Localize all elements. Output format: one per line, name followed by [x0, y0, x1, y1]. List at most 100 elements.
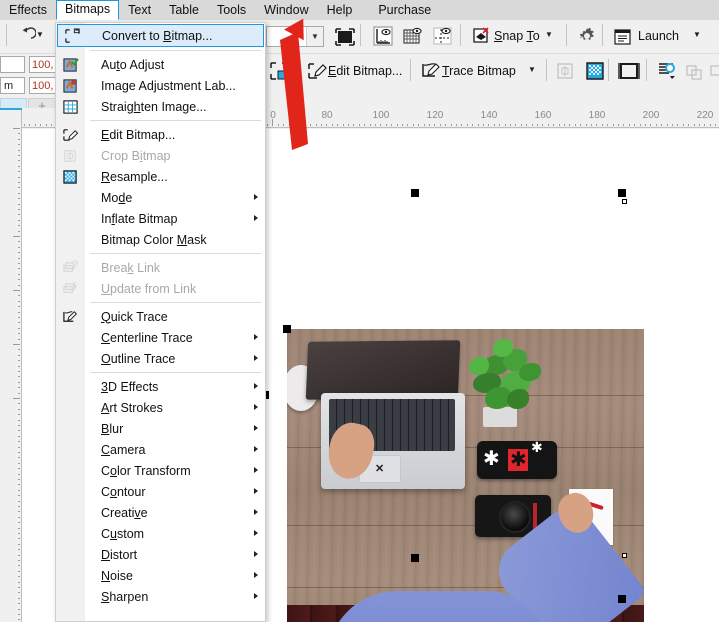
edit-bitmap-button[interactable]: Edit Bitmap... — [328, 64, 402, 78]
snap-off-icon[interactable] — [468, 23, 494, 49]
camera-lens — [499, 501, 531, 533]
document-palette-icon[interactable] — [654, 58, 680, 84]
show-guidelines-icon[interactable] — [430, 23, 456, 49]
menu-item-image-adjustment-lab[interactable]: Image Adjustment Lab... — [56, 75, 265, 96]
menu-item-camera[interactable]: Camera — [56, 439, 265, 460]
scale-y-value: 100, — [32, 80, 54, 92]
menu-bar: Effects Bitmaps Text Table Tools Window … — [0, 0, 719, 20]
menu-item-centerline-trace[interactable]: Centerline Trace — [56, 327, 265, 348]
menu-item-label: Straighten Image... — [101, 99, 207, 114]
vertical-ruler[interactable]: 20 — [0, 128, 22, 622]
menu-item-sharpen[interactable]: Sharpen — [56, 586, 265, 607]
menu-item-edit-bitmap[interactable]: Edit Bitmap... — [56, 124, 265, 145]
ruler-origin-corner[interactable] — [0, 108, 22, 128]
selection-handle[interactable] — [618, 189, 626, 197]
crop-bitmap-icon[interactable] — [552, 58, 578, 84]
toolbar-separator — [360, 24, 361, 46]
selection-handle[interactable] — [283, 325, 291, 333]
object-size-x-input[interactable] — [0, 56, 25, 73]
menu-item-art-strokes[interactable]: Art Strokes — [56, 397, 265, 418]
selection-handle[interactable] — [411, 554, 419, 562]
selection-handle[interactable] — [411, 189, 419, 197]
menu-text-label: Text — [128, 2, 152, 17]
menu-effects[interactable]: Effects — [0, 0, 56, 20]
toolbar-separator — [6, 24, 7, 46]
menu-item-quick-trace[interactable]: Quick Trace — [56, 306, 265, 327]
menu-item-label: Color Transform — [101, 463, 191, 478]
menu-tools-label: Tools — [216, 2, 247, 17]
scale-y-input[interactable]: 100, — [29, 77, 57, 94]
menu-help[interactable]: Help — [318, 0, 362, 20]
menu-item-resample[interactable]: Resample... — [56, 166, 265, 187]
trace-bitmap-dropdown-arrow-icon[interactable]: ▼ — [528, 66, 536, 74]
ruler-label: 100 — [372, 110, 390, 121]
menu-item-3d-effects[interactable]: 3D Effects — [56, 376, 265, 397]
trace-bitmap-button[interactable]: Trace Bitmap — [442, 64, 516, 78]
menu-item-creative[interactable]: Creative — [56, 502, 265, 523]
menu-item-blur[interactable]: Blur — [56, 418, 265, 439]
menu-item-label: Camera — [101, 442, 146, 457]
menu-item-custom[interactable]: Custom — [56, 523, 265, 544]
edit-bitmap-icon — [61, 126, 79, 143]
quick-trace-icon — [61, 308, 79, 325]
menu-item-convert-to-bitmap[interactable]: Convert to Bitmap... — [57, 24, 264, 47]
gear-icon[interactable] — [574, 23, 600, 49]
ruler-label: 120 — [426, 110, 444, 121]
convert-to-bitmap-icon[interactable] — [266, 58, 292, 84]
menu-separator — [90, 120, 261, 121]
edit-bitmap-icon[interactable] — [304, 58, 330, 84]
submenu-arrow-icon — [254, 355, 258, 361]
toolbar-separator — [546, 59, 547, 81]
resample-icon[interactable] — [582, 58, 608, 84]
menu-bitmaps[interactable]: Bitmaps — [55, 0, 120, 20]
selection-handle-small[interactable] — [622, 553, 627, 558]
object-size-y-input[interactable]: m — [0, 77, 25, 94]
selected-bitmap-object[interactable]: ✕ ✱ ✱ ✱ — [287, 329, 644, 622]
snap-to-button[interactable]: Snap To — [494, 29, 540, 43]
menu-item-label: Inflate Bitmap — [101, 211, 178, 226]
menu-item-mode[interactable]: Mode — [56, 187, 265, 208]
menu-item-contour[interactable]: Contour — [56, 481, 265, 502]
menu-item-color-transform[interactable]: Color Transform — [56, 460, 265, 481]
menu-item-distort[interactable]: Distort — [56, 544, 265, 565]
show-grid-icon[interactable] — [400, 23, 426, 49]
launch-button[interactable]: Launch — [638, 29, 679, 43]
x-marker: ✕ — [375, 463, 385, 475]
menu-item-straighten-image[interactable]: Straighten Image... — [56, 96, 265, 117]
menu-item-inflate-bitmap[interactable]: Inflate Bitmap — [56, 208, 265, 229]
menu-bitmaps-label: Bitmaps — [64, 2, 111, 16]
selection-handle-small[interactable] — [622, 199, 627, 204]
menu-item-auto-adjust[interactable]: Auto Adjust — [56, 54, 265, 75]
ruler-label: 180 — [588, 110, 606, 121]
menu-purchase[interactable]: Purchase — [369, 0, 440, 20]
menu-table[interactable]: Table — [160, 0, 208, 20]
menu-item-label: Convert to Bitmap... — [102, 28, 213, 43]
undo-dropdown-arrow-icon[interactable]: ▼ — [36, 31, 44, 39]
asterisk-glyph: ✱ — [483, 448, 500, 470]
bitmaps-dropdown-menu[interactable]: Convert to Bitmap... Auto Adjust Image Adj… — [55, 22, 266, 622]
menu-item-break-link: Break Link — [56, 257, 265, 278]
menu-text[interactable]: Text — [119, 0, 160, 20]
ruler-label: 220 — [696, 110, 714, 121]
scale-x-value: 100, — [32, 59, 54, 71]
asterisk-glyph: ✱ — [531, 439, 543, 455]
selection-handle[interactable] — [618, 595, 626, 603]
launch-dropdown-arrow-icon[interactable]: ▼ — [693, 31, 701, 39]
trace-bitmap-icon[interactable] — [418, 58, 444, 84]
ruler-label: 160 — [534, 110, 552, 121]
scale-x-input[interactable]: 100, — [29, 56, 57, 73]
menu-window[interactable]: Window — [255, 0, 317, 20]
application-launcher-icon[interactable] — [610, 24, 636, 50]
snap-to-dropdown-arrow-icon[interactable]: ▼ — [545, 31, 553, 39]
ruler-label: 140 — [480, 110, 498, 121]
menu-tools[interactable]: Tools — [208, 0, 255, 20]
chevron-down-icon[interactable]: ▼ — [306, 27, 323, 46]
menu-item-noise[interactable]: Noise — [56, 565, 265, 586]
menu-item-outline-trace[interactable]: Outline Trace — [56, 348, 265, 369]
menu-item-bitmap-color-mask[interactable]: Bitmap Color Mask — [56, 229, 265, 250]
bitmap-boundary-icon[interactable] — [616, 58, 642, 84]
show-rulers-icon[interactable] — [370, 23, 396, 49]
full-screen-preview-icon[interactable] — [332, 24, 358, 50]
ruler-label: 80 — [321, 110, 333, 121]
zoom-level-combo[interactable]: ▼ — [266, 26, 324, 47]
